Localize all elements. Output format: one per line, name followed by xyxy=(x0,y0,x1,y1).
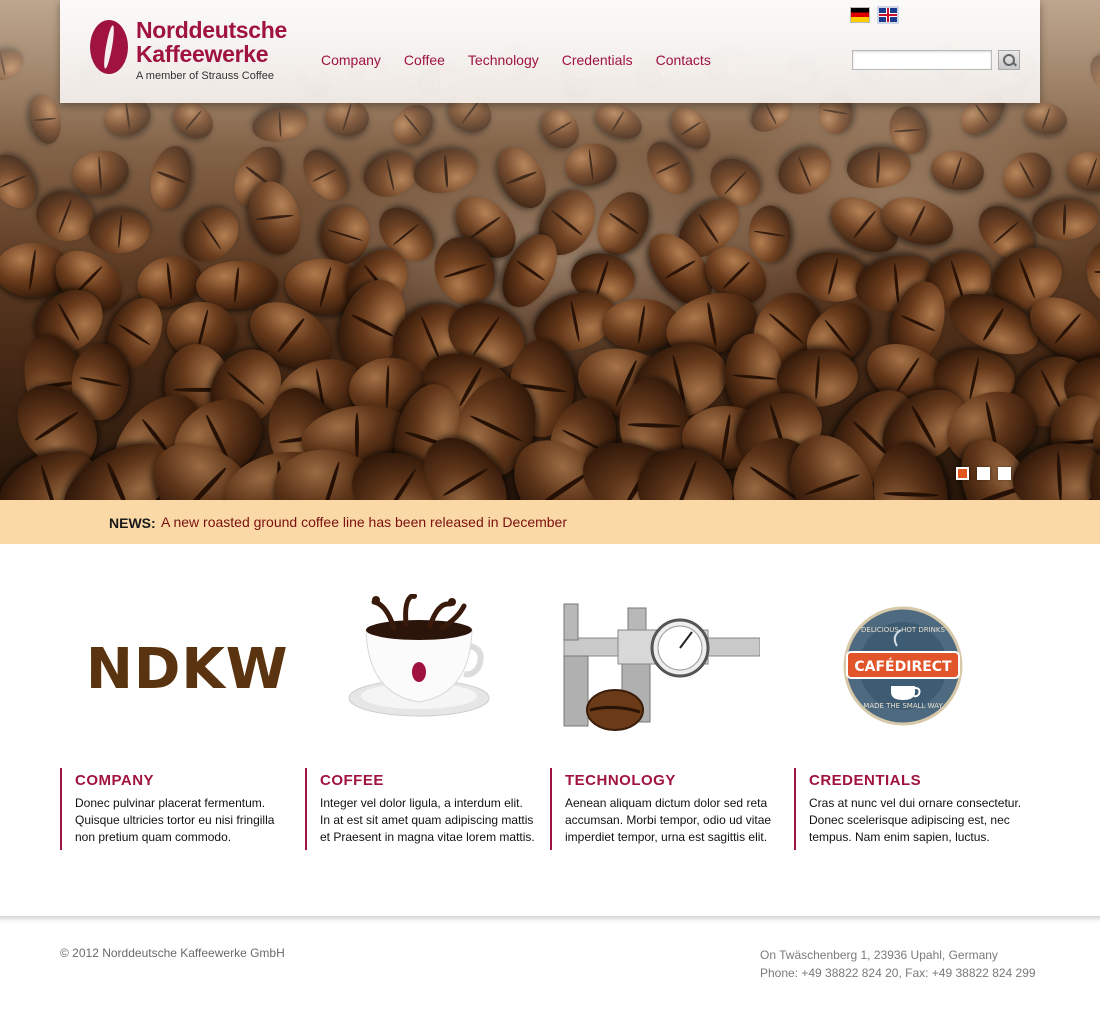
news-link[interactable]: A new roasted ground coffee line has bee… xyxy=(161,514,567,530)
feature-title[interactable]: TECHNOLOGY xyxy=(565,772,780,789)
de-flag-icon[interactable] xyxy=(851,8,869,22)
nav-credentials[interactable]: Credentials xyxy=(562,52,633,68)
language-switcher xyxy=(851,6,899,24)
feature-text: Integer vel dolor ligula, a interdum eli… xyxy=(320,796,535,844)
uk-flag-icon[interactable] xyxy=(877,6,899,24)
search-button[interactable] xyxy=(998,50,1020,70)
feature-text: Cras at nunc vel dui ornare consectetur.… xyxy=(809,796,1022,844)
cafedirect-badge-image[interactable]: CAFÉDIRECT DELICIOUS HOT DRINKS MADE THE… xyxy=(843,606,963,726)
phone-fax: Phone: +49 38822 824 20, Fax: +49 38822 … xyxy=(760,966,1036,980)
feature-text: Donec pulvinar placerat fermentum. Quisq… xyxy=(75,796,275,844)
badge-top-text: DELICIOUS HOT DRINKS xyxy=(861,626,945,634)
address: On Twäschenberg 1, 23936 Upahl, Germany xyxy=(760,948,998,962)
nav-technology[interactable]: Technology xyxy=(468,52,539,68)
feature-company: COMPANY Donec pulvinar placerat fermentu… xyxy=(60,768,290,850)
contact-info: On Twäschenberg 1, 23936 Upahl, Germany … xyxy=(760,946,1036,982)
ndkw-logo-image[interactable]: NDKW xyxy=(86,640,289,700)
site-header: Norddeutsche Kaffeewerke A member of Str… xyxy=(60,0,1040,103)
feature-title[interactable]: CREDENTIALS xyxy=(809,772,1024,789)
slider-dot-2[interactable] xyxy=(977,467,990,480)
copyright: © 2012 Norddeutsche Kaffeewerke GmbH xyxy=(60,946,285,960)
caliper-with-bean-image[interactable] xyxy=(560,600,760,735)
badge-main-text: CAFÉDIRECT xyxy=(854,658,952,675)
logo-title: Norddeutsche Kaffeewerke xyxy=(136,17,288,67)
feature-text: Aenean aliquam dictum dolor sed reta acc… xyxy=(565,796,772,844)
footer-divider xyxy=(0,916,1100,924)
nav-company[interactable]: Company xyxy=(321,52,381,68)
slider-pagination xyxy=(956,467,1011,480)
logo[interactable]: Norddeutsche Kaffeewerke A member of Str… xyxy=(90,18,290,88)
search-input[interactable] xyxy=(852,50,992,70)
main-nav: Company Coffee Technology Credentials Co… xyxy=(321,52,711,68)
news-bar: NEWS: A new roasted ground coffee line h… xyxy=(0,500,1100,544)
news-label: NEWS: xyxy=(109,515,156,531)
feature-technology: TECHNOLOGY Aenean aliquam dictum dolor s… xyxy=(550,768,780,850)
feature-title[interactable]: COFFEE xyxy=(320,772,535,789)
logo-tagline: A member of Strauss Coffee xyxy=(136,70,274,82)
badge-bottom-text: MADE THE SMALL WAY xyxy=(863,702,943,710)
feature-credentials: CREDENTIALS Cras at nunc vel dui ornare … xyxy=(794,768,1024,850)
nav-contacts[interactable]: Contacts xyxy=(656,52,711,68)
coffee-cup-image[interactable] xyxy=(346,594,492,722)
slider-dot-3[interactable] xyxy=(998,467,1011,480)
feature-coffee: COFFEE Integer vel dolor ligula, a inter… xyxy=(305,768,535,850)
feature-title[interactable]: COMPANY xyxy=(75,772,290,789)
nav-coffee[interactable]: Coffee xyxy=(404,52,445,68)
slider-dot-1[interactable] xyxy=(956,467,969,480)
coffee-bean-logo-icon xyxy=(90,20,128,74)
